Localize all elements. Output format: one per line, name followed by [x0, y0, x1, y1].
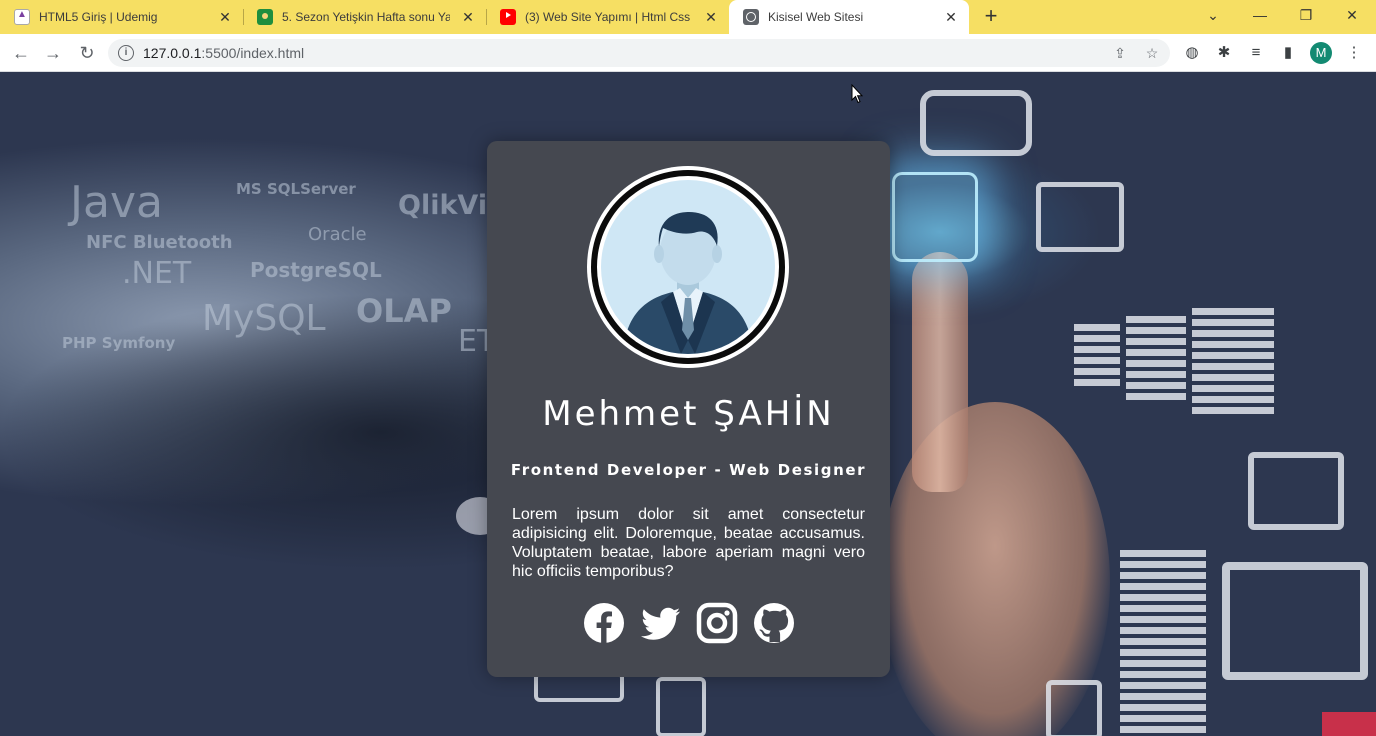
- tech-word: Oracle: [308, 224, 367, 245]
- classroom-icon: [257, 9, 273, 25]
- media-queue-icon[interactable]: ≡: [1246, 43, 1266, 63]
- job-title: Frontend Developer - Web Designer: [510, 461, 867, 479]
- monitor-icon: [1248, 452, 1344, 530]
- facebook-icon[interactable]: [583, 602, 625, 644]
- close-tab-icon[interactable]: ✕: [217, 9, 233, 25]
- instagram-icon[interactable]: [696, 602, 738, 644]
- reload-icon[interactable]: ↻: [74, 40, 100, 66]
- tab-youtube[interactable]: (3) Web Site Yapımı | Html Css Kişi ✕: [486, 0, 729, 34]
- tab-udemig[interactable]: HTML5 Giriş | Udemig ✕: [0, 0, 243, 34]
- finger-graphic: [912, 252, 968, 492]
- device-icon: [656, 677, 706, 736]
- tab-title: HTML5 Giriş | Udemig: [39, 10, 158, 24]
- extensions-puzzle-icon[interactable]: ✱: [1214, 43, 1234, 63]
- url-text: 127.0.0.1:5500/index.html: [143, 45, 305, 61]
- forward-arrow-icon[interactable]: →: [40, 40, 66, 66]
- mouse-cursor-icon: [851, 84, 863, 104]
- bookmark-star-icon[interactable]: ☆: [1143, 44, 1161, 62]
- glowing-touch-icon: [892, 172, 978, 262]
- tech-word: OLAP: [356, 292, 452, 330]
- decor-corner: [1322, 712, 1376, 736]
- share-icon[interactable]: ⇪: [1111, 44, 1129, 62]
- globe-icon: [743, 9, 759, 25]
- tech-word: Java: [70, 177, 163, 228]
- person-name: Mehmet ŞAHİN: [542, 394, 835, 434]
- phone-icon: [1046, 680, 1102, 736]
- menu-kebab-icon[interactable]: ⋮: [1344, 43, 1364, 63]
- tab-search-icon[interactable]: ⌄: [1190, 0, 1236, 30]
- tech-word: PostgreSQL: [250, 258, 382, 282]
- browser-toolbar: ← → ↻ i 127.0.0.1:5500/index.html ⇪ ☆ ◍ …: [0, 34, 1376, 72]
- tech-word: MS SQLServer: [236, 180, 356, 198]
- tech-word: MySQL: [202, 298, 326, 339]
- close-tab-icon[interactable]: ✕: [460, 9, 476, 25]
- minimize-button[interactable]: —: [1237, 0, 1283, 30]
- tab-title: Kisisel Web Sitesi: [768, 10, 864, 24]
- translate-globe-icon[interactable]: ◍: [1182, 43, 1202, 63]
- youtube-icon: [500, 9, 516, 25]
- tab-title: (3) Web Site Yapımı | Html Css Kişi: [525, 10, 693, 24]
- businessman-avatar-icon: [623, 212, 753, 354]
- server-icon: [1074, 324, 1120, 390]
- chat-bubble-icon: [920, 90, 1032, 156]
- tech-word: .NET: [122, 256, 192, 291]
- close-window-button[interactable]: ✕: [1329, 0, 1375, 30]
- profile-card: Mehmet ŞAHİN Frontend Developer - Web De…: [487, 141, 890, 677]
- tech-word: NFC Bluetooth: [86, 232, 233, 253]
- udemy-icon: [14, 9, 30, 25]
- side-panel-icon[interactable]: ▮: [1278, 43, 1298, 63]
- bio-text: Lorem ipsum dolor sit amet consectetur a…: [512, 506, 865, 580]
- desktop-tower-icon: [1120, 550, 1206, 736]
- profile-avatar[interactable]: M: [1310, 42, 1332, 64]
- server-icon: [1126, 316, 1186, 402]
- github-icon[interactable]: [753, 602, 795, 644]
- tab-strip: HTML5 Giriş | Udemig ✕ 5. Sezon Yetişkin…: [0, 0, 1376, 34]
- avatar: [587, 166, 789, 368]
- maximize-button[interactable]: ❐: [1283, 0, 1329, 30]
- server-icon: [1192, 308, 1274, 418]
- monitor-chat-icon: [1222, 562, 1368, 680]
- tech-word: PHP Symfony: [62, 334, 176, 352]
- tablet-icon: [1036, 182, 1124, 252]
- new-tab-button[interactable]: +: [977, 3, 1005, 31]
- close-tab-icon[interactable]: ✕: [943, 9, 959, 25]
- address-bar[interactable]: i 127.0.0.1:5500/index.html ⇪ ☆: [108, 39, 1170, 67]
- tab-kisisel-web-sitesi[interactable]: Kisisel Web Sitesi ✕: [729, 0, 969, 34]
- twitter-icon[interactable]: [640, 602, 682, 644]
- close-tab-icon[interactable]: ✕: [703, 9, 719, 25]
- site-info-icon[interactable]: i: [118, 45, 134, 61]
- tab-classroom[interactable]: 5. Sezon Yetişkin Hafta sonu Yazılı ✕: [243, 0, 486, 34]
- tab-title: 5. Sezon Yetişkin Hafta sonu Yazılı: [282, 10, 450, 24]
- back-arrow-icon[interactable]: ←: [8, 40, 34, 66]
- social-links: [583, 601, 795, 645]
